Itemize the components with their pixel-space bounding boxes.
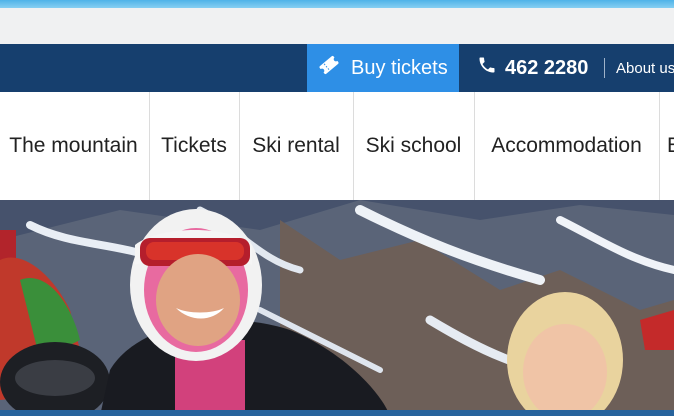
phone-icon [477, 55, 497, 81]
top-banner-strip [0, 0, 674, 8]
nav-item-tickets[interactable]: Tickets [149, 92, 240, 200]
main-navigation: The mountain Tickets Ski rental Ski scho… [0, 92, 674, 200]
nav-item-accommodation[interactable]: Accommodation [474, 92, 660, 200]
hero-image [0, 200, 674, 416]
about-us-link[interactable]: About us [616, 44, 674, 92]
nav-item-ski-rental[interactable]: Ski rental [239, 92, 354, 200]
phone-number: 462 2280 [505, 56, 589, 79]
buy-tickets-label: Buy tickets [351, 56, 448, 79]
utility-divider [604, 58, 605, 78]
nav-item-partial[interactable]: E [659, 92, 674, 200]
ticket-icon [317, 53, 341, 83]
utility-bar: Buy tickets 462 2280 About us [0, 44, 674, 92]
buy-tickets-button[interactable]: Buy tickets [307, 44, 459, 92]
phone-link[interactable]: 462 2280 [477, 44, 588, 92]
header-spacer [0, 8, 674, 44]
nav-item-the-mountain[interactable]: The mountain [0, 92, 150, 200]
nav-item-ski-school[interactable]: Ski school [353, 92, 475, 200]
